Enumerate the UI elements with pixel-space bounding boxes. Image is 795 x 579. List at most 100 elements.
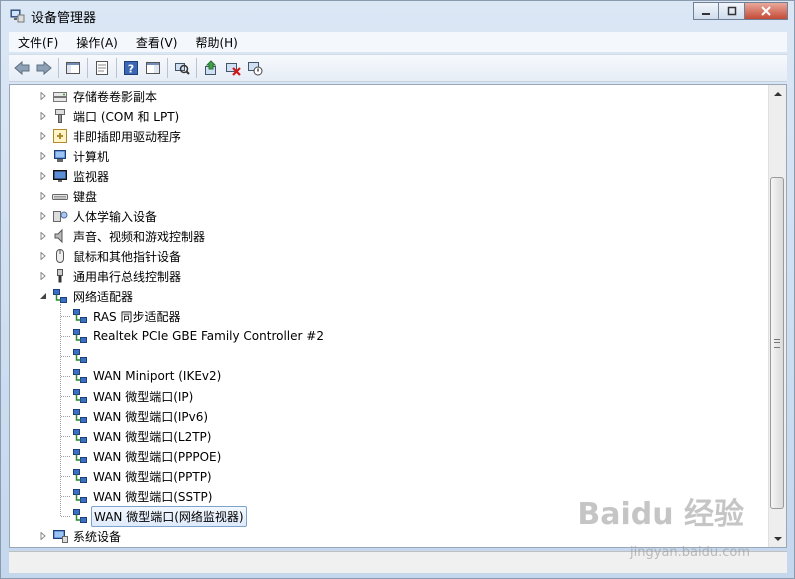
console-tree-icon <box>66 62 80 74</box>
scroll-down-arrow-icon <box>773 536 782 541</box>
title-bar[interactable]: 设备管理器 <box>1 1 794 29</box>
network-adapter-icon <box>72 428 88 444</box>
tree-item-label: WAN 微型端口(PPTP) <box>93 469 212 484</box>
collapsed-arrow-icon[interactable] <box>38 131 48 141</box>
scroll-up-button[interactable] <box>769 85 786 102</box>
collapsed-arrow-icon[interactable] <box>38 211 48 221</box>
monitor-icon <box>52 168 68 184</box>
port-icon <box>52 108 68 124</box>
scroll-thumb[interactable] <box>770 177 784 509</box>
properties-icon <box>96 61 108 75</box>
collapsed-arrow-icon[interactable] <box>38 531 48 541</box>
help-button[interactable]: ? <box>120 57 142 79</box>
tree-item-label: 计算机 <box>73 149 110 164</box>
scroll-grip <box>774 338 780 348</box>
minimize-button[interactable] <box>693 2 719 20</box>
tree-guide-branch <box>61 496 70 497</box>
tree-guide-branch <box>61 356 70 357</box>
menu-help[interactable]: 帮助(H) <box>186 34 246 51</box>
collapsed-arrow-icon[interactable] <box>38 251 48 261</box>
tree-item[interactable]: WAN Miniport (IKEv2) <box>72 366 223 386</box>
back-button[interactable] <box>11 57 33 79</box>
speaker-icon <box>52 228 68 244</box>
properties-button[interactable] <box>91 57 113 79</box>
maximize-button[interactable] <box>719 2 745 20</box>
tree-item-label: WAN 微型端口(SSTP) <box>93 489 213 504</box>
device-manager-app-icon <box>10 9 25 23</box>
scroll-up-arrow-icon <box>773 91 782 96</box>
close-icon <box>761 6 771 16</box>
help-icon: ? <box>124 61 138 76</box>
tree-guide-branch <box>61 436 70 437</box>
uninstall-button[interactable] <box>222 57 244 79</box>
collapsed-arrow-icon[interactable] <box>38 171 48 181</box>
status-bar <box>9 551 787 573</box>
network-adapter-icon <box>72 308 88 324</box>
tree-item[interactable]: 声音、视频和游戏控制器 <box>38 226 207 246</box>
tree-item[interactable]: WAN 微型端口(IP) <box>72 386 195 406</box>
show-hide-action-pane-button[interactable] <box>142 57 164 79</box>
tree-item[interactable]: 键盘 <box>38 186 99 206</box>
tree-item[interactable]: WAN 微型端口(SSTP) <box>72 486 214 506</box>
network-adapter-icon <box>72 328 88 344</box>
menu-file[interactable]: 文件(F) <box>9 34 67 51</box>
tree-guide-branch <box>61 456 70 457</box>
tree-item-label: WAN 微型端口(IPv6) <box>93 409 209 424</box>
collapsed-arrow-icon[interactable] <box>38 91 48 101</box>
tree-item[interactable]: 存储卷卷影副本 <box>38 86 159 106</box>
show-hide-console-tree-button[interactable] <box>62 57 84 79</box>
tree-item-label: 人体学输入设备 <box>73 209 158 224</box>
tree-item[interactable]: 端口 (COM 和 LPT) <box>38 106 181 126</box>
tree-item-label: 通用串行总线控制器 <box>73 269 182 284</box>
tree-item[interactable]: WAN 微型端口(网络监视器) <box>72 505 247 527</box>
tree-item[interactable]: 通用串行总线控制器 <box>38 266 183 286</box>
back-arrow-icon <box>14 60 30 76</box>
network-adapter-icon <box>72 388 88 404</box>
tree-item[interactable]: WAN 微型端口(IPv6) <box>72 406 210 426</box>
tree-item-label <box>91 355 95 357</box>
close-button[interactable] <box>745 2 788 20</box>
network-adapter-icon <box>72 408 88 424</box>
tree-item[interactable]: 网络适配器 <box>38 286 135 306</box>
menu-view[interactable]: 查看(V) <box>127 34 187 51</box>
tree-item-label: 网络适配器 <box>73 289 134 304</box>
scan-hardware-icon <box>175 63 190 75</box>
collapsed-arrow-icon[interactable] <box>38 151 48 161</box>
tree-item[interactable]: 人体学输入设备 <box>38 206 159 226</box>
vertical-scrollbar[interactable] <box>768 85 786 547</box>
device-tree-pane[interactable]: 存储卷卷影副本端口 (COM 和 LPT) 非即插即用驱动程序 计算机监视器键盘人体… <box>9 84 787 548</box>
tree-item[interactable]: WAN 微型端口(L2TP) <box>72 426 213 446</box>
update-driver-icon <box>205 60 217 75</box>
network-adapter-icon <box>72 348 88 364</box>
forward-button[interactable] <box>33 57 55 79</box>
tree-item[interactable] <box>72 346 95 366</box>
collapsed-arrow-icon[interactable] <box>38 231 48 241</box>
collapsed-arrow-icon[interactable] <box>38 191 48 201</box>
disable-button[interactable] <box>244 57 266 79</box>
tree-item[interactable]: Realtek PCIe GBE Family Controller #2 <box>72 326 326 346</box>
scan-hardware-changes-button[interactable] <box>171 57 193 79</box>
update-driver-button[interactable] <box>200 57 222 79</box>
menu-action[interactable]: 操作(A) <box>67 34 127 51</box>
tree-item-label: 监视器 <box>73 169 110 184</box>
tree-item[interactable]: 系统设备 <box>38 526 123 546</box>
collapsed-arrow-icon[interactable] <box>38 111 48 121</box>
tree-item-label: 端口 (COM 和 LPT) <box>73 109 180 124</box>
scroll-down-button[interactable] <box>769 530 786 547</box>
tree-item[interactable]: WAN 微型端口(PPPOE) <box>72 446 223 466</box>
system-device-icon <box>52 528 68 544</box>
tree-item-label: 系统设备 <box>73 529 122 544</box>
tree-item-label: RAS 同步适配器 <box>93 309 181 324</box>
tree-item[interactable]: 计算机 <box>38 146 111 166</box>
collapsed-arrow-icon[interactable] <box>38 271 48 281</box>
tree-item[interactable]: 鼠标和其他指针设备 <box>38 246 183 266</box>
tree-item[interactable]: 非即插即用驱动程序 <box>38 126 183 146</box>
tree-item[interactable]: WAN 微型端口(PPTP) <box>72 466 214 486</box>
tree-item[interactable]: RAS 同步适配器 <box>72 306 183 326</box>
tree-item-label: 非即插即用驱动程序 <box>73 129 182 144</box>
network-icon <box>52 288 68 304</box>
tree-item[interactable]: 监视器 <box>38 166 111 186</box>
forward-arrow-icon <box>36 60 52 76</box>
menu-bar: 文件(F) 操作(A) 查看(V) 帮助(H) <box>9 32 787 52</box>
expanded-arrow-icon[interactable] <box>38 291 48 301</box>
